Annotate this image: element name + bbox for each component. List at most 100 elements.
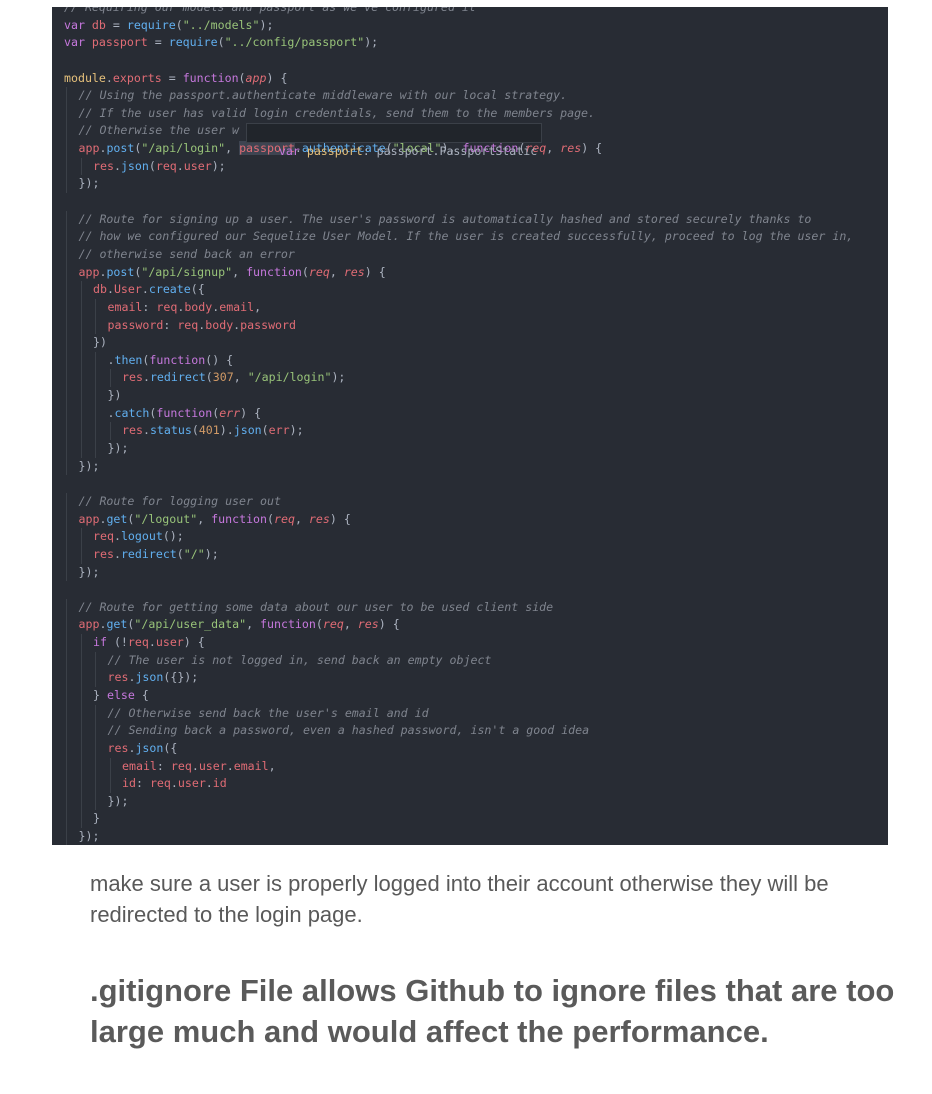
- indent-guide: [80, 334, 82, 352]
- code-line: module.exports = function(app) {: [52, 70, 888, 88]
- code-token: User: [113, 282, 142, 297]
- code-token: ,: [225, 141, 240, 156]
- indent-guide: [66, 440, 67, 458]
- indent-guide: [80, 528, 82, 546]
- indent-guide: [66, 722, 67, 740]
- code-token: (: [238, 70, 246, 85]
- code-token: :: [156, 758, 171, 773]
- indent-guide: [66, 792, 67, 811]
- code-token: });: [107, 793, 129, 808]
- code-token: req: [155, 158, 177, 173]
- indent-guide: [66, 210, 67, 229]
- code-line: // Requiring our models and passport as …: [52, 7, 888, 17]
- indent-guide: [66, 598, 67, 617]
- indent-guide: [95, 757, 96, 776]
- indent-guide: [66, 686, 67, 705]
- code-token: .: [205, 776, 213, 791]
- code-token: ();: [162, 529, 184, 544]
- indent-guide: [66, 245, 67, 264]
- code-token: body: [205, 317, 234, 332]
- code-token: ) {: [183, 635, 205, 650]
- code-token: // The user is not logged in, send back …: [107, 652, 492, 667]
- code-token: .: [141, 282, 149, 297]
- code-token: app: [78, 264, 100, 279]
- code-token: body: [184, 299, 213, 314]
- indent-guide: [66, 810, 67, 829]
- code-line: res.json(req.user);: [52, 157, 888, 176]
- code-token: json: [120, 158, 149, 173]
- code-token: (!: [106, 635, 128, 650]
- code-token: .: [226, 758, 234, 773]
- code-line: // If the user has valid login credentia…: [52, 104, 888, 123]
- code-token: "/api/user_data": [134, 617, 247, 632]
- code-token: }): [107, 388, 122, 403]
- code-token: 307: [212, 370, 234, 385]
- code-token: req: [322, 617, 344, 632]
- code-token: res: [343, 264, 365, 279]
- indent-guide: [66, 739, 67, 758]
- code-line: // how we configured our Sequelize User …: [52, 228, 888, 246]
- indent-guide: [80, 404, 82, 423]
- code-line: email: req.body.email,: [52, 298, 888, 317]
- indent-guide: [66, 634, 67, 652]
- code-token: );: [289, 423, 304, 438]
- code-token: email: [107, 299, 143, 314]
- code-token: req: [149, 776, 171, 791]
- code-token: // Route for signing up a user. The user…: [78, 211, 812, 226]
- code-token: (: [205, 370, 213, 385]
- code-line: }): [52, 387, 888, 405]
- code-token: ) {: [581, 141, 603, 156]
- indent-guide: [66, 775, 67, 793]
- code-token: email: [233, 758, 269, 773]
- indent-guide: [109, 775, 111, 793]
- code-token: ) {: [266, 70, 288, 85]
- code-token: require: [126, 17, 176, 32]
- indent-guide: [66, 351, 67, 370]
- code-editor[interactable]: // Requiring our models and passport as …: [52, 7, 888, 845]
- code-token: );: [259, 17, 274, 32]
- tooltip-type: passport.PassportStatic: [376, 144, 538, 158]
- indent-guide: [80, 369, 82, 388]
- hover-tooltip: var passport: passport.PassportStatic: [246, 123, 543, 158]
- code-token: res: [93, 158, 114, 173]
- code-token: // If the user has valid login credentia…: [78, 105, 596, 120]
- code-token: (: [175, 17, 183, 32]
- code-token: "../models": [182, 17, 260, 32]
- code-token: =: [161, 70, 183, 85]
- description-text: make sure a user is properly logged into…: [90, 871, 829, 927]
- indent-guide: [80, 669, 82, 687]
- code-token: post: [106, 264, 135, 279]
- code-token: // Otherwise the user w: [78, 123, 240, 138]
- indent-guide: [95, 316, 96, 335]
- indent-guide: [66, 298, 67, 317]
- code-token: var: [64, 35, 92, 50]
- code-line: }: [52, 810, 888, 829]
- section-heading: .gitignore File allows Github to ignore …: [90, 973, 895, 1049]
- indent-guide: [66, 387, 67, 405]
- code-line: });: [52, 175, 888, 194]
- indent-guide: [80, 422, 82, 441]
- code-token: ,: [329, 264, 344, 279]
- code-token: ,: [343, 617, 358, 632]
- code-token: () {: [205, 352, 234, 367]
- indent-guide: [109, 369, 111, 388]
- code-token: user: [198, 758, 227, 773]
- indent-guide: [66, 510, 67, 529]
- indent-guide: [66, 140, 67, 158]
- code-token: err: [219, 405, 241, 420]
- indent-guide: [80, 281, 82, 299]
- code-token: logout: [120, 529, 163, 544]
- code-token: "/api/signup": [141, 264, 233, 279]
- code-line: email: req.user.email,: [52, 757, 888, 776]
- code-token: (: [261, 423, 269, 438]
- indent-guide: [80, 545, 82, 564]
- indent-guide: [66, 651, 67, 670]
- code-token: json: [135, 670, 164, 685]
- code-token: // Sending back a password, even a hashe…: [107, 723, 590, 738]
- indent-guide: [66, 616, 67, 635]
- code-token: );: [211, 158, 226, 173]
- code-line: // The user is not logged in, send back …: [52, 651, 888, 670]
- code-token: function: [149, 352, 206, 367]
- code-token: });: [107, 441, 129, 456]
- code-token: {: [134, 687, 149, 702]
